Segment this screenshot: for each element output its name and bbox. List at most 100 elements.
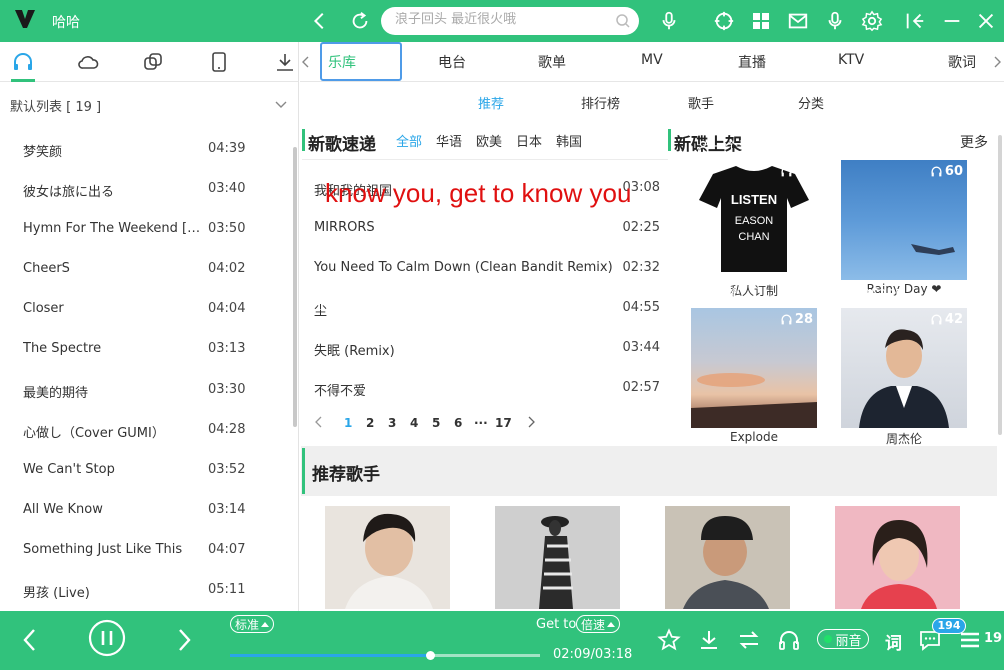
tab-library[interactable]: 乐库 — [328, 52, 356, 72]
favorite-icon[interactable] — [657, 628, 681, 652]
new-song-item[interactable]: 不得不爱 02:57 — [314, 368, 660, 408]
filter-japanese[interactable]: 日本 — [516, 131, 542, 150]
singer-photo[interactable] — [325, 506, 450, 609]
song-duration: 02:25 — [622, 220, 660, 235]
target-icon[interactable] — [712, 9, 736, 33]
playlist-item[interactable]: Hymn For The Weekend [Re... 03:50 — [0, 209, 292, 249]
mail-icon[interactable] — [786, 9, 810, 33]
playlist-item[interactable]: 梦笑颜 04:39 — [0, 129, 292, 169]
next-icon[interactable] — [172, 627, 196, 653]
speed-button[interactable]: 倍速 — [576, 615, 621, 633]
tab-live[interactable]: 直播 — [738, 52, 766, 72]
playlist-item[interactable]: All We Know 03:14 — [0, 490, 292, 530]
page-number[interactable]: 3 — [388, 416, 396, 430]
page-number[interactable]: 1 — [344, 416, 352, 430]
sidebar-scrollbar[interactable] — [293, 147, 297, 427]
playlist-item[interactable]: The Spectre 03:13 — [0, 329, 292, 369]
album-creator: 若鹭_ — [697, 284, 745, 303]
download-icon[interactable] — [273, 50, 297, 74]
filter-korean[interactable]: 韩国 — [556, 131, 582, 150]
nav-right-arrow-icon[interactable] — [992, 55, 1002, 69]
page-number[interactable]: 17 — [495, 416, 512, 430]
previous-icon[interactable] — [18, 627, 42, 653]
playlist-header[interactable]: 默认列表 [ 19 ] — [10, 96, 101, 115]
headphones-icon[interactable] — [777, 628, 801, 652]
playlist-item[interactable]: CheerS 04:02 — [0, 249, 292, 289]
page-number[interactable]: 2 — [366, 416, 374, 430]
playlist-item[interactable]: 彼女は旅に出る 03:40 — [0, 169, 292, 209]
user-icon — [847, 140, 859, 152]
cloud-icon[interactable] — [76, 50, 100, 74]
page-number[interactable]: 6 — [454, 416, 462, 430]
close-icon[interactable] — [974, 9, 998, 33]
refresh-icon[interactable] — [348, 9, 372, 33]
song-name: 最美的期待 — [23, 385, 89, 401]
singer-photo[interactable] — [835, 506, 960, 609]
playlist-item[interactable]: 最美的期待 03:30 — [0, 370, 292, 410]
song-title: 尘 — [314, 304, 328, 319]
playlist-item[interactable]: 心做し（Cover GUMI） 04:28 — [0, 410, 292, 450]
singer-photo[interactable] — [495, 506, 620, 609]
playlist-item[interactable]: We Can't Stop 03:52 — [0, 450, 292, 490]
search-box[interactable] — [381, 7, 639, 35]
prev-page-icon[interactable] — [314, 414, 324, 430]
filter-chinese[interactable]: 华语 — [436, 131, 462, 150]
page-number[interactable]: 5 — [432, 416, 440, 430]
voice-icon[interactable] — [823, 9, 847, 33]
album-caption[interactable]: 周杰伦 — [841, 430, 967, 447]
shuffle-icon[interactable] — [737, 628, 761, 652]
quality-button[interactable]: 标准 — [230, 615, 275, 633]
new-song-item[interactable]: MIRRORS 02:25 — [314, 208, 660, 248]
user-name[interactable]: 哈哈 — [52, 12, 80, 32]
back-icon[interactable] — [308, 9, 332, 33]
new-song-item[interactable]: You Need To Calm Down (Clean Bandit Remi… — [314, 248, 660, 288]
collapse-icon[interactable] — [903, 9, 927, 33]
song-name: 彼女は旅に出る — [23, 185, 115, 201]
tab-lyrics[interactable]: 歌词 — [948, 52, 976, 72]
song-title: MIRRORS — [314, 220, 375, 235]
tab-mv[interactable]: MV — [641, 52, 663, 68]
next-page-icon[interactable] — [526, 414, 536, 430]
search-icon[interactable] — [615, 13, 631, 29]
new-song-item[interactable]: 失眠 (Remix) 03:44 — [314, 328, 660, 368]
subtab-recommend[interactable]: 推荐 — [478, 93, 504, 112]
copy-icon[interactable] — [141, 50, 165, 74]
page-number[interactable]: 4 — [410, 416, 418, 430]
app-grid-icon[interactable] — [749, 9, 773, 33]
nav-left-arrow-icon[interactable] — [301, 55, 311, 69]
sound-effect-toggle[interactable]: 丽音 — [817, 629, 869, 649]
settings-icon[interactable] — [860, 9, 884, 33]
play-count: 28 — [780, 312, 813, 327]
song-duration: 03:13 — [208, 341, 246, 357]
playlist-item[interactable]: 男孩 (Live) 05:11 — [0, 570, 292, 610]
playlist-item[interactable]: Closer 04:04 — [0, 289, 292, 329]
playlist-item[interactable]: Something Just Like This 04:07 — [0, 530, 292, 570]
main-scrollbar[interactable] — [998, 135, 1002, 435]
new-song-item[interactable]: 尘 04:55 — [314, 288, 660, 328]
queue-list-icon[interactable] — [959, 630, 981, 650]
tab-radio[interactable]: 电台 — [438, 52, 466, 72]
phone-icon[interactable] — [207, 50, 231, 74]
subtab-categories[interactable]: 分类 — [798, 93, 824, 112]
subtab-singers[interactable]: 歌手 — [688, 93, 714, 112]
progress-bar[interactable] — [230, 651, 540, 660]
progress-handle[interactable] — [425, 651, 435, 660]
chevron-down-icon[interactable] — [274, 98, 288, 112]
more-link[interactable]: 更多 — [960, 132, 988, 152]
tab-playlists[interactable]: 歌单 — [538, 52, 566, 72]
filter-western[interactable]: 欧美 — [476, 131, 502, 150]
minimize-icon[interactable] — [940, 9, 964, 33]
subtab-charts[interactable]: 排行榜 — [581, 93, 620, 112]
headphones-icon[interactable] — [11, 50, 35, 74]
album-caption[interactable]: Explode — [691, 430, 817, 444]
microphone-icon[interactable] — [657, 9, 681, 33]
search-input[interactable] — [395, 12, 605, 27]
tab-ktv[interactable]: KTV — [838, 52, 864, 68]
song-duration: 05:11 — [208, 582, 246, 598]
singer-photo[interactable] — [665, 506, 790, 609]
lyrics-button[interactable]: 词 — [885, 629, 902, 654]
pause-icon[interactable] — [88, 619, 126, 657]
download-icon[interactable] — [697, 628, 721, 652]
song-name: Something Just Like This — [23, 541, 183, 557]
filter-all[interactable]: 全部 — [396, 131, 422, 150]
